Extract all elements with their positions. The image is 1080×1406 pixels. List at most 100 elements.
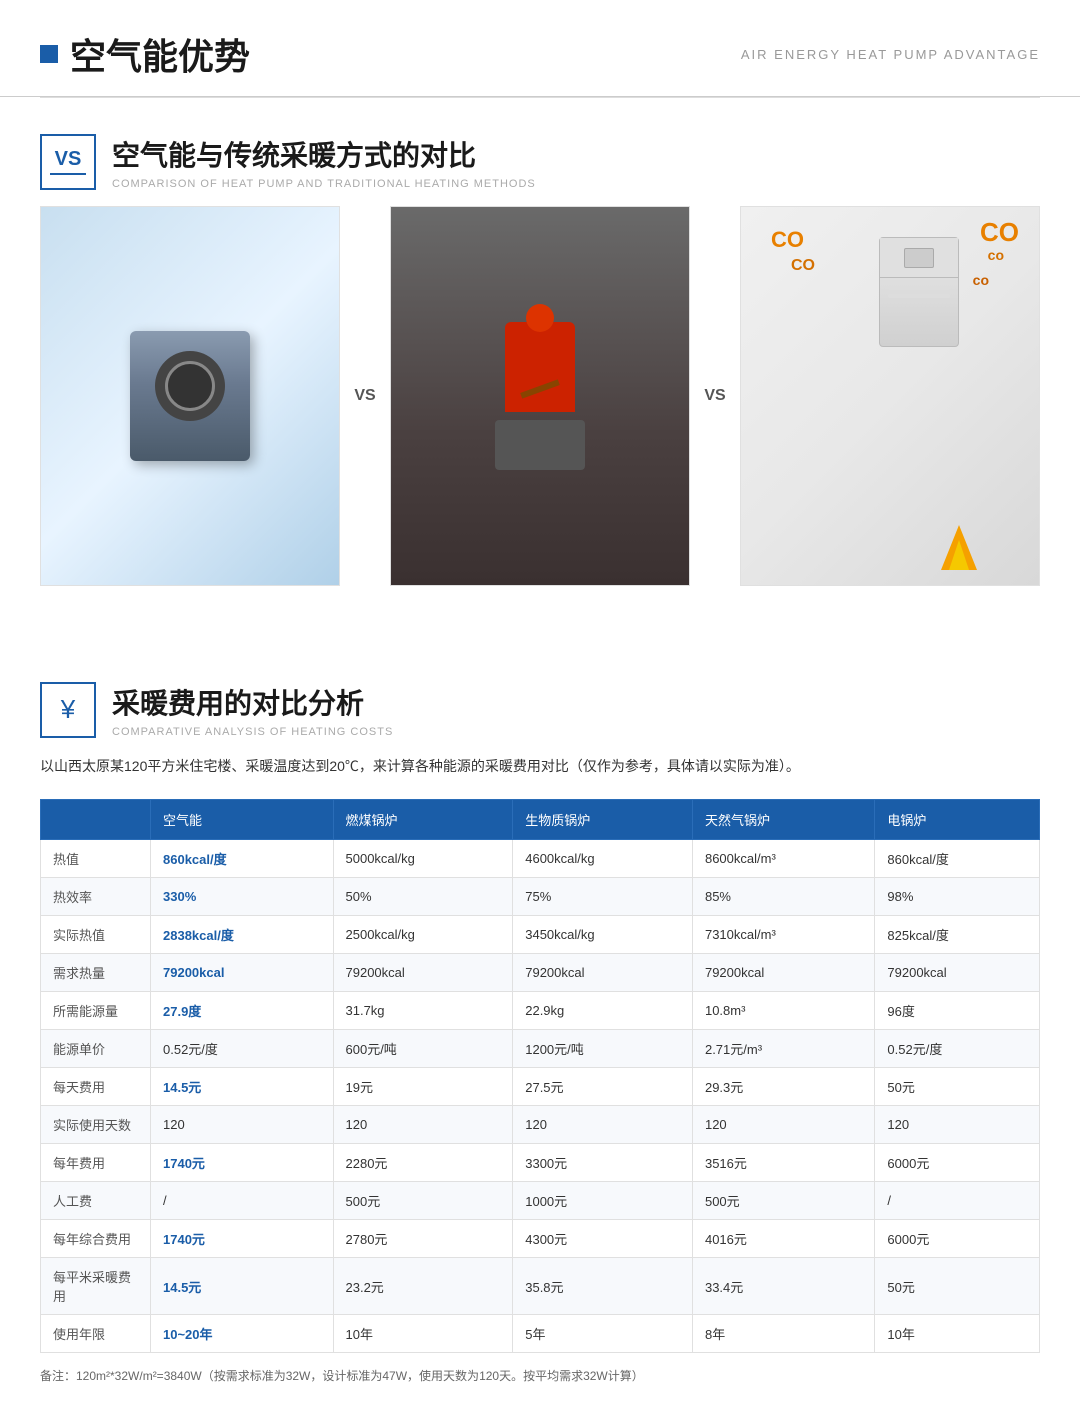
table-cell-value: 33.4元 [692,1258,874,1315]
pump-fan [155,351,225,421]
table-header-gas: 天然气锅炉 [692,800,874,840]
table-cell-value: 8600kcal/m³ [692,840,874,878]
page-title-en: AIR ENERGY HEAT PUMP ADVANTAGE [741,47,1040,62]
table-cell-value: 10年 [333,1315,513,1353]
table-cell-label: 热效率 [41,878,151,916]
co-label-4: co [988,247,1004,263]
section1-title-zh: 空气能与传统采暖方式的对比 [112,134,536,174]
table-cell-label: 每天费用 [41,1068,151,1106]
yen-icon: ¥ [61,694,75,725]
table-cell-value: 2280元 [333,1144,513,1182]
card-coal-label: 燃煤采暖 [391,585,689,586]
card-gas-label: 燃气采暖 [741,585,1039,586]
table-cell-value: 79200kcal [151,954,334,992]
table-row: 实际热值2838kcal/度2500kcal/kg3450kcal/kg7310… [41,916,1040,954]
section2-title-block: 采暖费用的对比分析 COMPARATIVE ANALYSIS OF HEATIN… [112,682,393,738]
table-row: 需求热量79200kcal79200kcal79200kcal79200kcal… [41,954,1040,992]
table-cell-value: 2838kcal/度 [151,916,334,954]
table-cell-value: 3450kcal/kg [513,916,693,954]
table-header-biomass: 生物质锅炉 [513,800,693,840]
section2-title-zh: 采暖费用的对比分析 [112,682,393,722]
table-row: 使用年限10~20年10年5年8年10年 [41,1315,1040,1353]
section2-header: ¥ 采暖费用的对比分析 COMPARATIVE ANALYSIS OF HEAT… [0,646,1080,754]
table-header-row: 空气能 燃煤锅炉 生物质锅炉 天然气锅炉 电锅炉 [41,800,1040,840]
table-cell-value: 0.52元/度 [875,1030,1040,1068]
comparison-cards: 哈思空气能采暖 ●无废气废渣排放，清洁环保 ●通过吸收空气能量，高效节能 ●一台… [0,206,1080,616]
table-cell-value: 79200kcal [692,954,874,992]
table-cell-label: 实际使用天数 [41,1106,151,1144]
table-header-air: 空气能 [151,800,334,840]
table-cell-value: 10.8m³ [692,992,874,1030]
table-cell-value: 23.2元 [333,1258,513,1315]
vs-badge-text: VS [55,149,82,169]
table-cell-value: 860kcal/度 [875,840,1040,878]
table-cell-value: 2780元 [333,1220,513,1258]
table-cell-value: / [875,1182,1040,1220]
pump-fan-inner [165,361,215,411]
table-cell-value: 4300元 [513,1220,693,1258]
table-cell-value: 75% [513,878,693,916]
table-cell-value: 120 [513,1106,693,1144]
table-cell-value: 120 [692,1106,874,1144]
flame-icon [934,510,984,570]
table-cell-label: 热值 [41,840,151,878]
table-cell-value: 5000kcal/kg [333,840,513,878]
section1-header: VS 空气能与传统采暖方式的对比 COMPARISON OF HEAT PUMP… [0,98,1080,206]
table-row: 人工费/500元1000元500元/ [41,1182,1040,1220]
table-cell-value: 27.9度 [151,992,334,1030]
co-label-5: co [973,272,989,288]
table-cell-value: 4016元 [692,1220,874,1258]
table-cell-value: 1740元 [151,1220,334,1258]
table-cell-value: / [151,1182,334,1220]
table-header-coal: 燃煤锅炉 [333,800,513,840]
blue-square-icon [40,45,58,63]
cost-intro: 以山西太原某120平方米住宅楼、采暖温度达到20℃，来计算各种能源的采暖费用对比… [40,754,1040,779]
table-cell-value: 3300元 [513,1144,693,1182]
table-cell-value: 2.71元/m³ [692,1030,874,1068]
table-cell-value: 79200kcal [513,954,693,992]
section1-title-block: 空气能与传统采暖方式的对比 COMPARISON OF HEAT PUMP AN… [112,134,536,190]
card-gas-image: CO CO CO co co [741,207,1039,585]
table-cell-label: 人工费 [41,1182,151,1220]
section2-title-en: COMPARATIVE ANALYSIS OF HEATING COSTS [112,726,393,738]
cost-section: 以山西太原某120平方米住宅楼、采暖温度达到20℃，来计算各种能源的采暖费用对比… [0,754,1080,1406]
table-cell-value: 96度 [875,992,1040,1030]
table-cell-value: 120 [333,1106,513,1144]
table-row: 所需能源量27.9度31.7kg22.9kg10.8m³96度 [41,992,1040,1030]
table-cell-value: 120 [875,1106,1040,1144]
pump-shape [130,331,250,461]
table-cell-value: 4600kcal/kg [513,840,693,878]
table-cell-value: 1740元 [151,1144,334,1182]
table-cell-value: 120 [151,1106,334,1144]
table-cell-value: 35.8元 [513,1258,693,1315]
table-cell-value: 10年 [875,1315,1040,1353]
table-row: 实际使用天数120120120120120 [41,1106,1040,1144]
table-cell-label: 实际热值 [41,916,151,954]
table-cell-value: 6000元 [875,1144,1040,1182]
table-row: 热效率330%50%75%85%98% [41,878,1040,916]
table-cell-value: 27.5元 [513,1068,693,1106]
section1-title-en: COMPARISON OF HEAT PUMP AND TRADITIONAL … [112,178,536,190]
table-cell-value: 500元 [692,1182,874,1220]
card-gas: CO CO CO co co 燃气采暖 ●燃烧制热，效 [740,206,1040,586]
table-cell-value: 79200kcal [875,954,1040,992]
table-cell-label: 所需能源量 [41,992,151,1030]
table-cell-value: 14.5元 [151,1258,334,1315]
table-cell-value: 22.9kg [513,992,693,1030]
table-cell-value: 2500kcal/kg [333,916,513,954]
vs-badge-line [50,173,86,175]
table-row: 每年综合费用1740元2780元4300元4016元6000元 [41,1220,1040,1258]
table-row: 每平米采暖费用14.5元23.2元35.8元33.4元50元 [41,1258,1040,1315]
page-header: 空气能优势 AIR ENERGY HEAT PUMP ADVANTAGE [0,0,1080,97]
table-row: 能源单价0.52元/度600元/吨1200元/吨2.71元/m³0.52元/度 [41,1030,1040,1068]
table-cell-value: 50元 [875,1068,1040,1106]
table-header-row-label [41,800,151,840]
table-cell-value: 8年 [692,1315,874,1353]
card-air-energy-image [41,207,339,585]
title-block: 空气能优势 [40,28,250,80]
table-cell-value: 6000元 [875,1220,1040,1258]
table-cell-value: 0.52元/度 [151,1030,334,1068]
table-cell-value: 50元 [875,1258,1040,1315]
card-air-energy-label: 哈思空气能采暖 [41,585,339,586]
cost-table: 空气能 燃煤锅炉 生物质锅炉 天然气锅炉 电锅炉 热值 860kcal/度 5000… [40,799,1040,1353]
